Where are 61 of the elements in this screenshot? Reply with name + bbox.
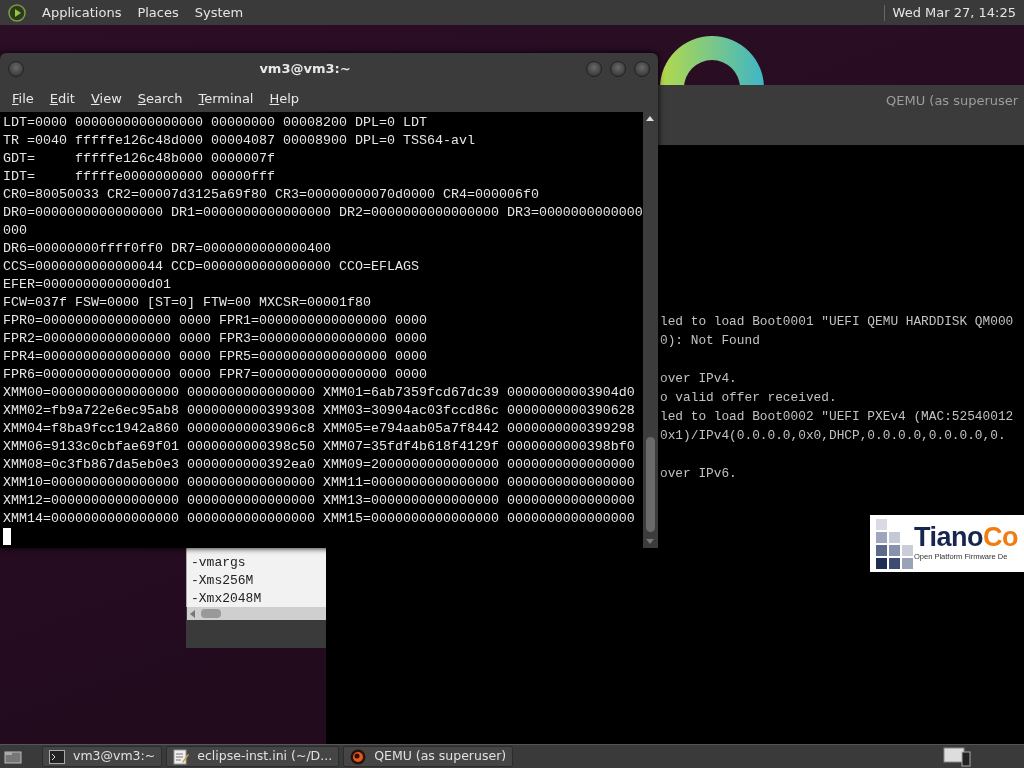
display-icon[interactable]	[942, 746, 972, 767]
console-line: o valid offer received.	[660, 389, 838, 407]
menu-item[interactable]: File	[4, 88, 42, 109]
app-menu-icon[interactable]	[8, 3, 26, 22]
terminal-line: FPR2=0000000000000000 0000 FPR3=0000000000000000 0000	[3, 330, 428, 348]
console-line: led to load Boot0001 "UEFI QEMU HARDDISK QM000	[660, 313, 1015, 331]
terminal-line: FCW=037f FSW=0000 [ST=0] FTW=00 MXCSR=00001f80	[3, 294, 372, 312]
clock[interactable]: Wed Mar 27, 14:25	[892, 2, 1016, 23]
menu-item[interactable]: Edit	[41, 88, 83, 109]
terminal-line: FPR4=0000000000000000 0000 FPR5=0000000000000000 0000	[3, 348, 428, 366]
horizontal-scrollbar[interactable]	[187, 607, 326, 620]
taskbar-button[interactable]: vm3@vm3:~	[42, 746, 163, 767]
terminal-line: EFER=0000000000000d01	[3, 276, 172, 294]
console-line: 0x1)/IPv4(0.0.0.0,0x0,DHCP,0.0.0.0,0.0.0.0,0.	[660, 427, 1007, 445]
terminal-line: XMM00=0000000000000000 0000000000000000 XMM01=6ab7359fcd67dc39 00000000003904d0	[3, 384, 636, 402]
console-line: led to load Boot0002 "UEFI PXEv4 (MAC:52540012	[660, 408, 1015, 426]
terminal-line: GDT= fffffe126c48b000 0000007f	[3, 150, 276, 168]
brand-name: TianoCo	[914, 524, 1018, 552]
panel-menu[interactable]: Applications	[42, 2, 122, 23]
terminal-line: XMM02=fb9a722e6ec95ab8 0000000000399308 XMM03=30904ac03fccd86c 0000000000390628	[3, 402, 636, 420]
terminal-line: XMM06=9133c0cbfae69f01 0000000000398c50 XMM07=35fdf4b618f4129f 0000000000398bf0	[3, 438, 636, 456]
menu-item[interactable]: View	[82, 88, 130, 109]
terminal-line: LDT=0000 0000000000000000 00000000 00008200 DPL=0 LDT	[3, 114, 428, 132]
maximize-button[interactable]	[610, 61, 626, 77]
terminal-line: XMM08=0c3fb867da5eb0e3 0000000000392ea0 XMM09=2000000000000000 0000000000000000	[3, 456, 636, 474]
console-line: 0): Not Found	[660, 332, 761, 350]
terminal-line: XMM10=0000000000000000 0000000000000000 XMM11=0000000000000000 0000000000000000	[3, 474, 636, 492]
show-desktop-icon[interactable]	[4, 748, 22, 765]
text-editor[interactable]: -vmargs -Xms256M -Xmx2048M	[186, 548, 326, 607]
menu-item[interactable]: Search	[129, 88, 191, 109]
terminal-line: XMM14=0000000000000000 0000000000000000 XMM15=0000000000000000 0000000000000000	[3, 510, 636, 528]
terminal-icon	[49, 749, 65, 764]
terminal-line: IDT= fffffe0000000000 00000fff	[3, 168, 276, 186]
window-menu-button[interactable]	[8, 61, 24, 77]
text-cursor	[3, 528, 11, 545]
window-title: vm3@vm3:~	[258, 60, 352, 79]
console-line: over IPv6.	[660, 465, 738, 483]
terminal-line: CCS=0000000000000044 CCD=0000000000000000 CCO=EFLAGS	[3, 258, 420, 276]
terminal-line: 000	[3, 222, 28, 240]
text-editor-icon	[173, 748, 190, 765]
terminal-line: XMM12=0000000000000000 0000000000000000 XMM13=0000000000000000 0000000000000000	[3, 492, 636, 510]
terminal-line: DR0=0000000000000000 DR1=0000000000000000 DR2=0000000000000000 DR3=0000000000000	[3, 204, 643, 222]
taskbar-button[interactable]: eclipse-inst.ini (~/D...	[166, 746, 340, 767]
vertical-scrollbar[interactable]	[643, 112, 658, 548]
panel-menu[interactable]: Places	[137, 2, 179, 23]
console-line: over IPv4.	[660, 370, 738, 388]
terminal-line: FPR6=0000000000000000 0000 FPR7=0000000000000000 0000	[3, 366, 428, 384]
menu-item[interactable]: Help	[261, 88, 308, 109]
minimize-button[interactable]	[586, 61, 602, 77]
terminal-line: TR =0040 fffffe126c48d000 00004087 00008900 DPL=0 TSS64-avl	[3, 132, 476, 150]
menu-item[interactable]: Terminal	[190, 88, 262, 109]
squares-icon	[874, 516, 914, 571]
taskbar-button[interactable]: QEMU (as superuser)	[343, 746, 514, 767]
window-title: QEMU (as superuser	[886, 93, 1019, 108]
terminal-line: CR0=80050033 CR2=00007d3125a69f80 CR3=00000000070d0000 CR4=000006f0	[3, 186, 540, 204]
terminal-line: XMM04=f8ba9fcc1942a860 00000000003906c8 XMM05=e794aab05a7f8442 0000000000399298	[3, 420, 636, 438]
terminal-line: FPR0=0000000000000000 0000 FPR1=0000000000000000 0000	[3, 312, 428, 330]
panel-menu[interactable]: System	[194, 2, 244, 23]
close-button[interactable]	[634, 61, 650, 77]
terminal-line: DR6=00000000ffff0ff0 DR7=0000000000000400	[3, 240, 332, 258]
qemu-icon	[350, 748, 367, 765]
